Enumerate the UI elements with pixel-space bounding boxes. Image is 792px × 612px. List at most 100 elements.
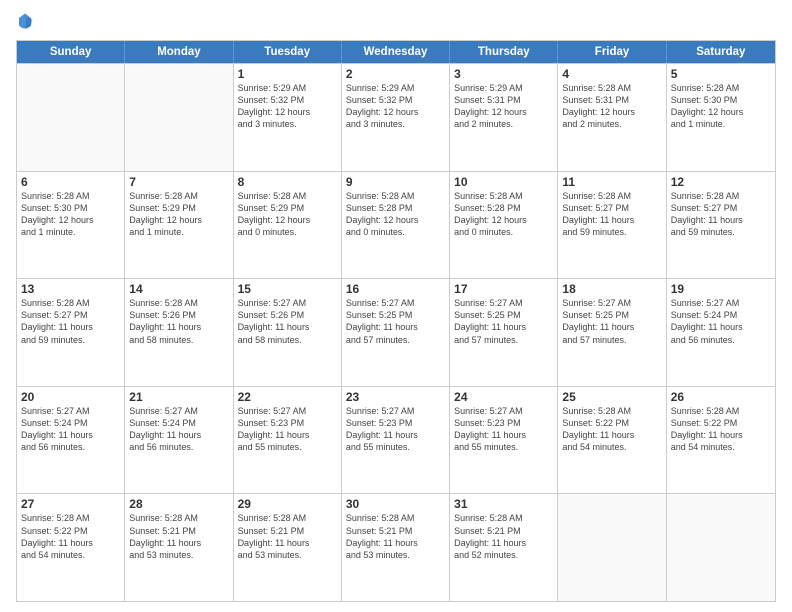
cell-text: Sunrise: 5:28 AM Sunset: 5:31 PM Dayligh… [562,82,661,131]
cal-header-cell: Thursday [450,41,558,63]
cal-cell: 17Sunrise: 5:27 AM Sunset: 5:25 PM Dayli… [450,279,558,386]
cell-text: Sunrise: 5:28 AM Sunset: 5:30 PM Dayligh… [671,82,771,131]
cal-cell: 29Sunrise: 5:28 AM Sunset: 5:21 PM Dayli… [234,494,342,601]
day-number: 9 [346,175,445,189]
cal-header-cell: Saturday [667,41,775,63]
calendar: SundayMondayTuesdayWednesdayThursdayFrid… [16,40,776,602]
cal-cell: 22Sunrise: 5:27 AM Sunset: 5:23 PM Dayli… [234,387,342,494]
cell-text: Sunrise: 5:28 AM Sunset: 5:27 PM Dayligh… [671,190,771,239]
cal-header-cell: Sunday [17,41,125,63]
cal-cell: 12Sunrise: 5:28 AM Sunset: 5:27 PM Dayli… [667,172,775,279]
cell-text: Sunrise: 5:28 AM Sunset: 5:27 PM Dayligh… [21,297,120,346]
cell-text: Sunrise: 5:27 AM Sunset: 5:23 PM Dayligh… [346,405,445,454]
day-number: 21 [129,390,228,404]
cell-text: Sunrise: 5:28 AM Sunset: 5:21 PM Dayligh… [346,512,445,561]
day-number: 14 [129,282,228,296]
cal-header-cell: Friday [558,41,666,63]
cell-text: Sunrise: 5:27 AM Sunset: 5:24 PM Dayligh… [671,297,771,346]
cal-cell: 1Sunrise: 5:29 AM Sunset: 5:32 PM Daylig… [234,64,342,171]
day-number: 30 [346,497,445,511]
cal-cell: 28Sunrise: 5:28 AM Sunset: 5:21 PM Dayli… [125,494,233,601]
cell-text: Sunrise: 5:28 AM Sunset: 5:29 PM Dayligh… [238,190,337,239]
cal-cell: 27Sunrise: 5:28 AM Sunset: 5:22 PM Dayli… [17,494,125,601]
cell-text: Sunrise: 5:27 AM Sunset: 5:24 PM Dayligh… [129,405,228,454]
page: SundayMondayTuesdayWednesdayThursdayFrid… [0,0,792,612]
day-number: 10 [454,175,553,189]
cal-cell: 23Sunrise: 5:27 AM Sunset: 5:23 PM Dayli… [342,387,450,494]
cal-cell: 15Sunrise: 5:27 AM Sunset: 5:26 PM Dayli… [234,279,342,386]
cell-text: Sunrise: 5:28 AM Sunset: 5:22 PM Dayligh… [21,512,120,561]
day-number: 31 [454,497,553,511]
day-number: 11 [562,175,661,189]
cell-text: Sunrise: 5:27 AM Sunset: 5:25 PM Dayligh… [454,297,553,346]
day-number: 23 [346,390,445,404]
day-number: 12 [671,175,771,189]
cal-cell: 5Sunrise: 5:28 AM Sunset: 5:30 PM Daylig… [667,64,775,171]
cal-cell [17,64,125,171]
cal-cell [125,64,233,171]
cell-text: Sunrise: 5:27 AM Sunset: 5:26 PM Dayligh… [238,297,337,346]
cal-cell: 21Sunrise: 5:27 AM Sunset: 5:24 PM Dayli… [125,387,233,494]
cell-text: Sunrise: 5:28 AM Sunset: 5:22 PM Dayligh… [671,405,771,454]
calendar-header: SundayMondayTuesdayWednesdayThursdayFrid… [17,41,775,63]
cell-text: Sunrise: 5:28 AM Sunset: 5:29 PM Dayligh… [129,190,228,239]
day-number: 16 [346,282,445,296]
day-number: 22 [238,390,337,404]
header [16,12,776,30]
day-number: 19 [671,282,771,296]
cal-cell: 20Sunrise: 5:27 AM Sunset: 5:24 PM Dayli… [17,387,125,494]
cal-cell: 26Sunrise: 5:28 AM Sunset: 5:22 PM Dayli… [667,387,775,494]
cal-cell: 16Sunrise: 5:27 AM Sunset: 5:25 PM Dayli… [342,279,450,386]
cal-cell: 3Sunrise: 5:29 AM Sunset: 5:31 PM Daylig… [450,64,558,171]
cell-text: Sunrise: 5:27 AM Sunset: 5:25 PM Dayligh… [562,297,661,346]
cell-text: Sunrise: 5:29 AM Sunset: 5:31 PM Dayligh… [454,82,553,131]
cal-cell: 25Sunrise: 5:28 AM Sunset: 5:22 PM Dayli… [558,387,666,494]
cell-text: Sunrise: 5:28 AM Sunset: 5:27 PM Dayligh… [562,190,661,239]
cal-cell: 30Sunrise: 5:28 AM Sunset: 5:21 PM Dayli… [342,494,450,601]
cell-text: Sunrise: 5:28 AM Sunset: 5:22 PM Dayligh… [562,405,661,454]
day-number: 5 [671,67,771,81]
day-number: 4 [562,67,661,81]
day-number: 24 [454,390,553,404]
cal-row: 20 Sunrise: 5:27 AM Sunset: 5:24 PM Dayli… [17,386,775,494]
cal-cell: 18Sunrise: 5:27 AM Sunset: 5:25 PM Dayli… [558,279,666,386]
cal-header-cell: Wednesday [342,41,450,63]
cell-text: Sunrise: 5:29 AM Sunset: 5:32 PM Dayligh… [238,82,337,131]
cell-text: Sunrise: 5:28 AM Sunset: 5:28 PM Dayligh… [346,190,445,239]
cal-cell: 2Sunrise: 5:29 AM Sunset: 5:32 PM Daylig… [342,64,450,171]
cal-cell: 4Sunrise: 5:28 AM Sunset: 5:31 PM Daylig… [558,64,666,171]
cal-row: 27Sunrise: 5:28 AM Sunset: 5:22 PM Dayli… [17,493,775,601]
cal-cell: 6Sunrise: 5:28 AM Sunset: 5:30 PM Daylig… [17,172,125,279]
cal-cell: 7Sunrise: 5:28 AM Sunset: 5:29 PM Daylig… [125,172,233,279]
cal-cell: 11Sunrise: 5:28 AM Sunset: 5:27 PM Dayli… [558,172,666,279]
calendar-body: 1Sunrise: 5:29 AM Sunset: 5:32 PM Daylig… [17,63,775,601]
cell-text: Sunrise: 5:29 AM Sunset: 5:32 PM Dayligh… [346,82,445,131]
cal-row: 1Sunrise: 5:29 AM Sunset: 5:32 PM Daylig… [17,63,775,171]
cell-text: Sunrise: 5:28 AM Sunset: 5:28 PM Dayligh… [454,190,553,239]
cell-text: Sunrise: 5:27 AM Sunset: 5:23 PM Dayligh… [238,405,337,454]
cal-cell: 9Sunrise: 5:28 AM Sunset: 5:28 PM Daylig… [342,172,450,279]
day-number: 29 [238,497,337,511]
cal-cell [667,494,775,601]
cal-cell: 10Sunrise: 5:28 AM Sunset: 5:28 PM Dayli… [450,172,558,279]
logo-icon [16,12,34,30]
cell-text: Sunrise: 5:28 AM Sunset: 5:30 PM Dayligh… [21,190,120,239]
cal-cell: 13Sunrise: 5:28 AM Sunset: 5:27 PM Dayli… [17,279,125,386]
cell-text: Sunrise: 5:27 AM Sunset: 5:23 PM Dayligh… [454,405,553,454]
cell-text: Sunrise: 5:27 AM Sunset: 5:25 PM Dayligh… [346,297,445,346]
day-number: 7 [129,175,228,189]
cal-cell: 8Sunrise: 5:28 AM Sunset: 5:29 PM Daylig… [234,172,342,279]
cal-header-cell: Tuesday [234,41,342,63]
cal-row: 13Sunrise: 5:28 AM Sunset: 5:27 PM Dayli… [17,278,775,386]
day-number: 18 [562,282,661,296]
cal-cell: 19Sunrise: 5:27 AM Sunset: 5:24 PM Dayli… [667,279,775,386]
cal-row: 6Sunrise: 5:28 AM Sunset: 5:30 PM Daylig… [17,171,775,279]
cell-text: Sunrise: 5:28 AM Sunset: 5:21 PM Dayligh… [129,512,228,561]
day-number: 20 [21,390,120,404]
day-number: 13 [21,282,120,296]
day-number: 26 [671,390,771,404]
day-number: 15 [238,282,337,296]
cal-cell: 14Sunrise: 5:28 AM Sunset: 5:26 PM Dayli… [125,279,233,386]
day-number: 17 [454,282,553,296]
logo [16,12,36,30]
